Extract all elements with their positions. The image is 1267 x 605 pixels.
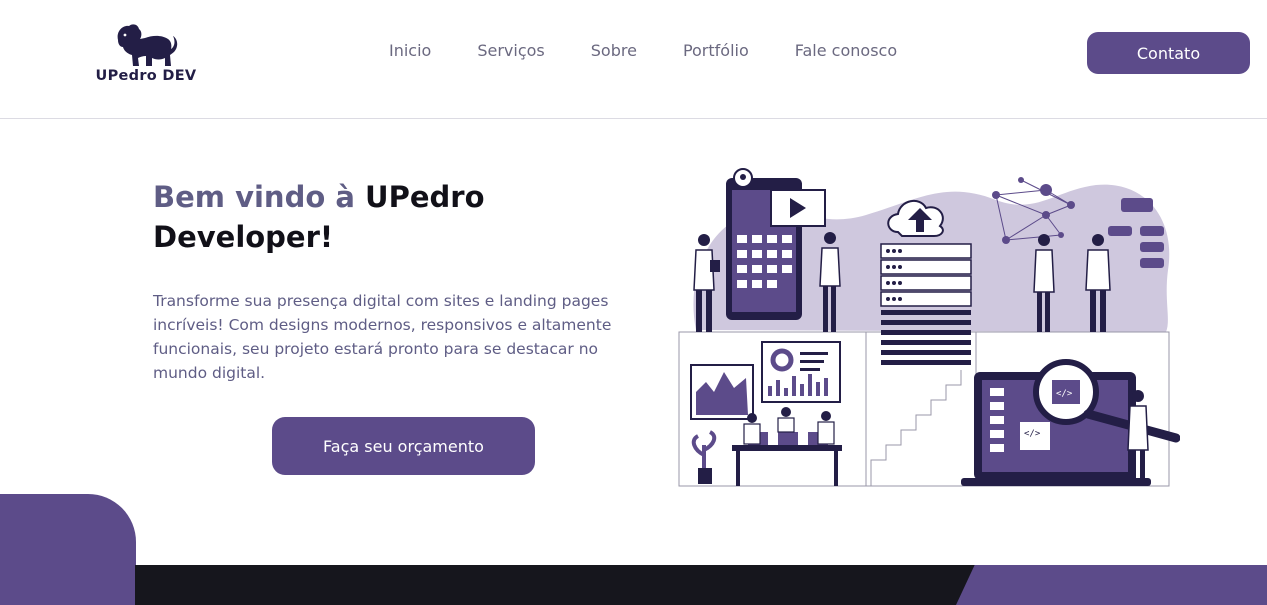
brand-name: UPedro DEV [95,68,197,84]
brand-logo[interactable]: UPedro DEV [88,22,204,88]
site-header: UPedro DEV Inicio Serviços Sobre Portfól… [0,0,1267,119]
nav-item-servicos[interactable]: Serviços [477,40,544,62]
nav-item-sobre[interactable]: Sobre [591,40,637,62]
hero-title-accent: Bem vindo à [153,180,355,214]
hero-title: Bem vindo à UPedro Developer! [153,177,573,257]
decorative-blob-left [0,494,136,605]
nav-item-portfolio[interactable]: Portfólio [683,40,749,62]
main-nav: Inicio Serviços Sobre Portfólio Fale con… [389,40,943,62]
tech-team-illustration-icon: </> </> [678,168,1180,487]
hero-description: Transforme sua presença digital com site… [153,292,612,382]
svg-text:</>: </> [1024,429,1041,439]
next-section-accent-band [956,565,1267,605]
nav-item-inicio[interactable]: Inicio [389,40,431,62]
nav-item-fale-conosco[interactable]: Fale conosco [795,40,897,62]
contact-button[interactable]: Contato [1087,32,1250,74]
quote-button[interactable]: Faça seu orçamento [272,417,535,475]
lion-icon [117,24,178,66]
svg-text:</>: </> [1056,389,1073,399]
